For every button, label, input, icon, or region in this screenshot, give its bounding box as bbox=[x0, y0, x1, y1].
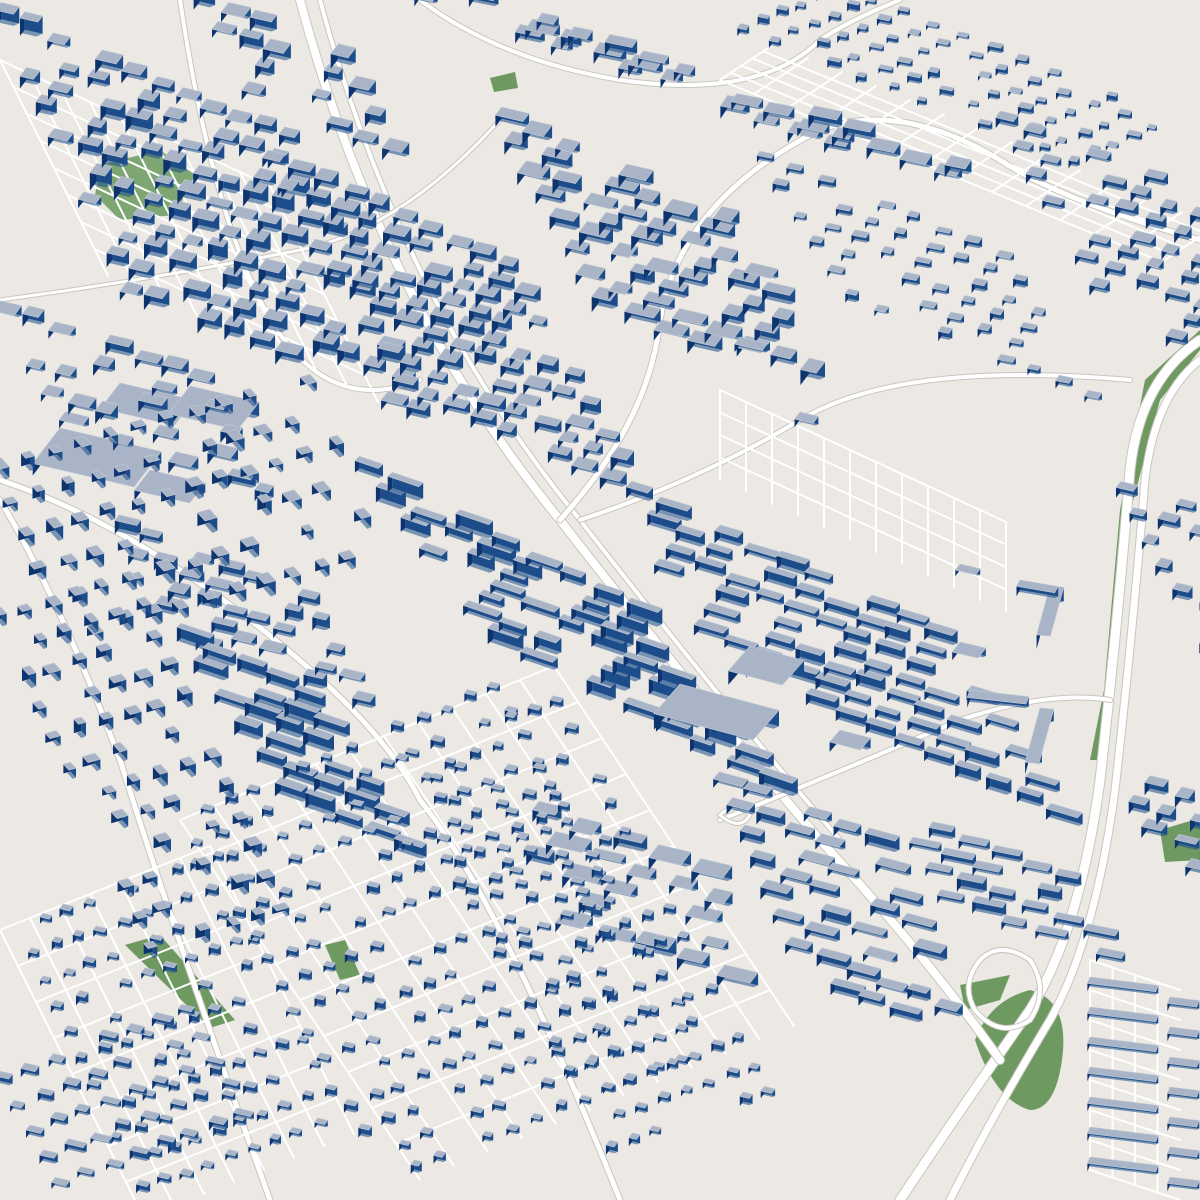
building-row-houses-north-east bbox=[816, 36, 832, 49]
building-suburban-houses-south bbox=[391, 870, 403, 884]
building-suburban-houses-south bbox=[413, 859, 426, 874]
building-suburban-houses-south bbox=[313, 994, 327, 1008]
building-row-houses-north-east bbox=[1106, 90, 1119, 103]
building-suburban-houses-south bbox=[261, 804, 274, 818]
building-suburban-houses-south bbox=[121, 1094, 137, 1109]
building-dense-old-town bbox=[222, 266, 243, 291]
building-dense-old-town bbox=[0, 2, 20, 26]
building-row-houses-north-east bbox=[846, 0, 861, 12]
building-industrial-west bbox=[311, 611, 331, 631]
building-dense-old-town bbox=[206, 236, 229, 262]
city-map-render bbox=[0, 0, 1200, 1200]
building-row-houses-north-east bbox=[756, 13, 771, 26]
building-dense-old-town bbox=[18, 11, 44, 37]
building-industrial-west bbox=[284, 602, 304, 622]
building-suburban-houses-south bbox=[470, 806, 483, 821]
building-suburban-houses-south bbox=[463, 689, 478, 703]
building-suburban-houses-south bbox=[469, 746, 482, 761]
building-suburban-houses-south bbox=[374, 997, 387, 1012]
building-suburban-houses-south bbox=[536, 811, 548, 826]
building-suburban-houses-south bbox=[366, 880, 381, 895]
building-suburban-houses-south bbox=[513, 1026, 526, 1041]
